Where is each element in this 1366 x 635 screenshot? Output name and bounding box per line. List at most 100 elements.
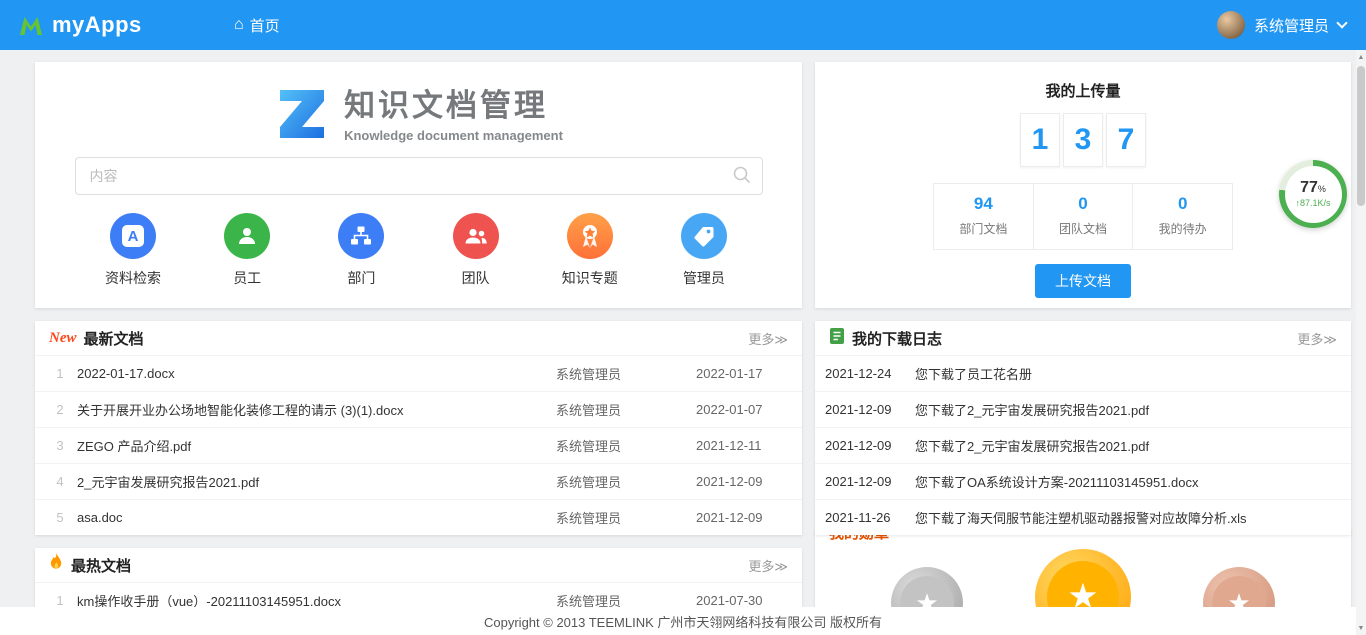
log-text: 您下载了2_元宇宙发展研究报告2021.pdf [915,400,1337,419]
shortcut-knowledge-topic[interactable]: 知识专题 [550,213,630,288]
list-item[interactable]: 2021-12-09 您下载了OA系统设计方案-20211103145951.d… [815,463,1351,499]
stat-team-docs[interactable]: 0 团队文档 [1033,184,1133,249]
upload-count-digits: 1 3 7 [815,113,1351,167]
list-item[interactable]: 2021-12-09 您下载了2_元宇宙发展研究报告2021.pdf [815,391,1351,427]
nav-home[interactable]: ⌂ 首页 [224,0,290,50]
username: 系统管理员 [1254,15,1329,36]
latest-docs-header: New 最新文档 更多≫ [35,321,802,355]
table-row[interactable]: 2 关于开展开业办公场地智能化装修工程的请示 (3)(1).docx 系统管理员… [35,391,802,427]
scrollbar-up-arrow[interactable]: ▲ [1356,50,1366,64]
right-column: 我的上传量 1 3 7 94 部门文档 0 团队文档 0 我的待办 [815,62,1351,635]
stat-value: 94 [934,194,1033,214]
stat-value: 0 [1133,194,1232,214]
upload-document-button[interactable]: 上传文档 [1035,264,1131,298]
log-date: 2021-12-09 [825,402,915,417]
main-content: 知识文档管理 Knowledge document management A 资… [0,50,1366,635]
search-bar [75,157,763,195]
copyright-text: Copyright © 2013 TEEMLINK 广州市天翎网络科技有限公司 … [484,612,882,631]
shortcut-label: 团队 [436,268,516,288]
log-date: 2021-12-24 [825,366,915,381]
user-avatar [1217,11,1245,39]
hot-docs-title: 最热文档 [71,555,131,576]
shortcut-label: 管理员 [664,268,744,288]
upload-speed: ↑87.1K/s [1295,198,1330,208]
knowledge-topic-icon [567,213,613,259]
table-row[interactable]: 5 asa.doc 系统管理员 2021-12-09 [35,499,802,535]
log-date: 2021-12-09 [825,438,915,453]
shortcut-row: A 资料检索 员工 [35,195,802,288]
shortcut-label: 员工 [207,268,287,288]
doc-author: 系统管理员 [556,472,696,491]
log-text: 您下载了2_元宇宙发展研究报告2021.pdf [915,436,1337,455]
brand-logo[interactable]: myApps [18,12,198,38]
doc-search-icon: A [110,213,156,259]
doc-title: ZEGO 产品介绍.pdf [77,436,556,455]
row-number: 4 [43,474,77,489]
hot-docs-header: 最热文档 更多≫ [35,548,802,582]
hero-card: 知识文档管理 Knowledge document management A 资… [35,62,802,308]
shortcut-team[interactable]: 团队 [436,213,516,288]
log-text: 您下载了海天伺服节能注塑机驱动器报警对应故障分析.xls [915,508,1337,527]
hero-titles: 知识文档管理 Knowledge document management [344,80,563,143]
doc-stats: 94 部门文档 0 团队文档 0 我的待办 [933,183,1233,250]
nav-home-label: 首页 [250,15,280,36]
progress-percent: 77% [1300,180,1326,196]
stat-label: 团队文档 [1034,220,1133,237]
shortcut-label: 部门 [321,268,401,288]
doc-title: 2_元宇宙发展研究报告2021.pdf [77,472,556,491]
list-item[interactable]: 2021-12-09 您下载了2_元宇宙发展研究报告2021.pdf [815,427,1351,463]
stat-label: 我的待办 [1133,220,1232,237]
doc-title: 关于开展开业办公场地智能化装修工程的请示 (3)(1).docx [77,400,556,419]
doc-author: 系统管理员 [556,364,696,383]
log-date: 2021-11-26 [825,510,915,525]
upload-count-title: 我的上传量 [815,62,1351,101]
log-text: 您下载了员工花名册 [915,364,1337,383]
table-row[interactable]: 4 2_元宇宙发展研究报告2021.pdf 系统管理员 2021-12-09 [35,463,802,499]
doc-date: 2022-01-07 [696,402,788,417]
scrollbar-down-arrow[interactable]: ▼ [1356,621,1366,635]
scrollbar-thumb[interactable] [1357,66,1365,206]
stat-my-todos[interactable]: 0 我的待办 [1132,184,1232,249]
left-column: 知识文档管理 Knowledge document management A 资… [35,62,802,627]
shortcut-department[interactable]: 部门 [321,213,401,288]
vertical-scrollbar[interactable]: ▲ ▼ [1356,50,1366,635]
shortcut-doc-search[interactable]: A 资料检索 [93,213,173,288]
chevron-down-icon [1336,17,1347,28]
log-book-icon [829,327,845,350]
list-item[interactable]: 2021-12-24 您下载了员工花名册 [815,355,1351,391]
progress-ring-inner: 77% ↑87.1K/s [1285,166,1342,223]
shortcut-employee[interactable]: 员工 [207,213,287,288]
doc-title: 2022-01-17.docx [77,366,556,381]
download-log-more-link[interactable]: 更多≫ [1297,329,1337,348]
doc-author: 系统管理员 [556,400,696,419]
user-menu[interactable]: 系统管理员 [1217,11,1346,39]
digit-box: 3 [1063,113,1103,167]
doc-author: 系统管理员 [556,436,696,455]
footer: Copyright © 2013 TEEMLINK 广州市天翎网络科技有限公司 … [0,607,1366,635]
table-row[interactable]: 3 ZEGO 产品介绍.pdf 系统管理员 2021-12-11 [35,427,802,463]
employee-icon [224,213,270,259]
hot-docs-more-link[interactable]: 更多≫ [748,556,788,575]
department-icon [338,213,384,259]
home-icon: ⌂ [234,17,244,33]
doc-date: 2021-12-11 [696,438,788,453]
hero-header: 知识文档管理 Knowledge document management [35,62,802,143]
brand-name: myApps [52,12,142,38]
page-title: 知识文档管理 [344,80,563,125]
download-log-card: 我的下载日志 更多≫ 2021-12-24 您下载了员工花名册 2021-12-… [815,321,1351,535]
shortcut-admin[interactable]: 管理员 [664,213,744,288]
top-header: myApps ⌂ 首页 系统管理员 [0,0,1366,50]
search-icon[interactable] [732,165,752,190]
latest-docs-more-link[interactable]: 更多≫ [748,329,788,348]
row-number: 1 [43,366,77,381]
doc-date: 2021-07-30 [696,593,788,608]
search-input[interactable] [75,157,763,195]
stat-department-docs[interactable]: 94 部门文档 [934,184,1033,249]
upload-progress-badge: 77% ↑87.1K/s [1279,160,1347,228]
table-row[interactable]: 1 2022-01-17.docx 系统管理员 2022-01-17 [35,355,802,391]
shortcut-label: 资料检索 [93,268,173,288]
log-text: 您下载了OA系统设计方案-20211103145951.docx [915,472,1337,491]
list-item[interactable]: 2021-11-26 您下载了海天伺服节能注塑机驱动器报警对应故障分析.xls [815,499,1351,535]
app-logo-z-icon [274,84,330,140]
log-date: 2021-12-09 [825,474,915,489]
